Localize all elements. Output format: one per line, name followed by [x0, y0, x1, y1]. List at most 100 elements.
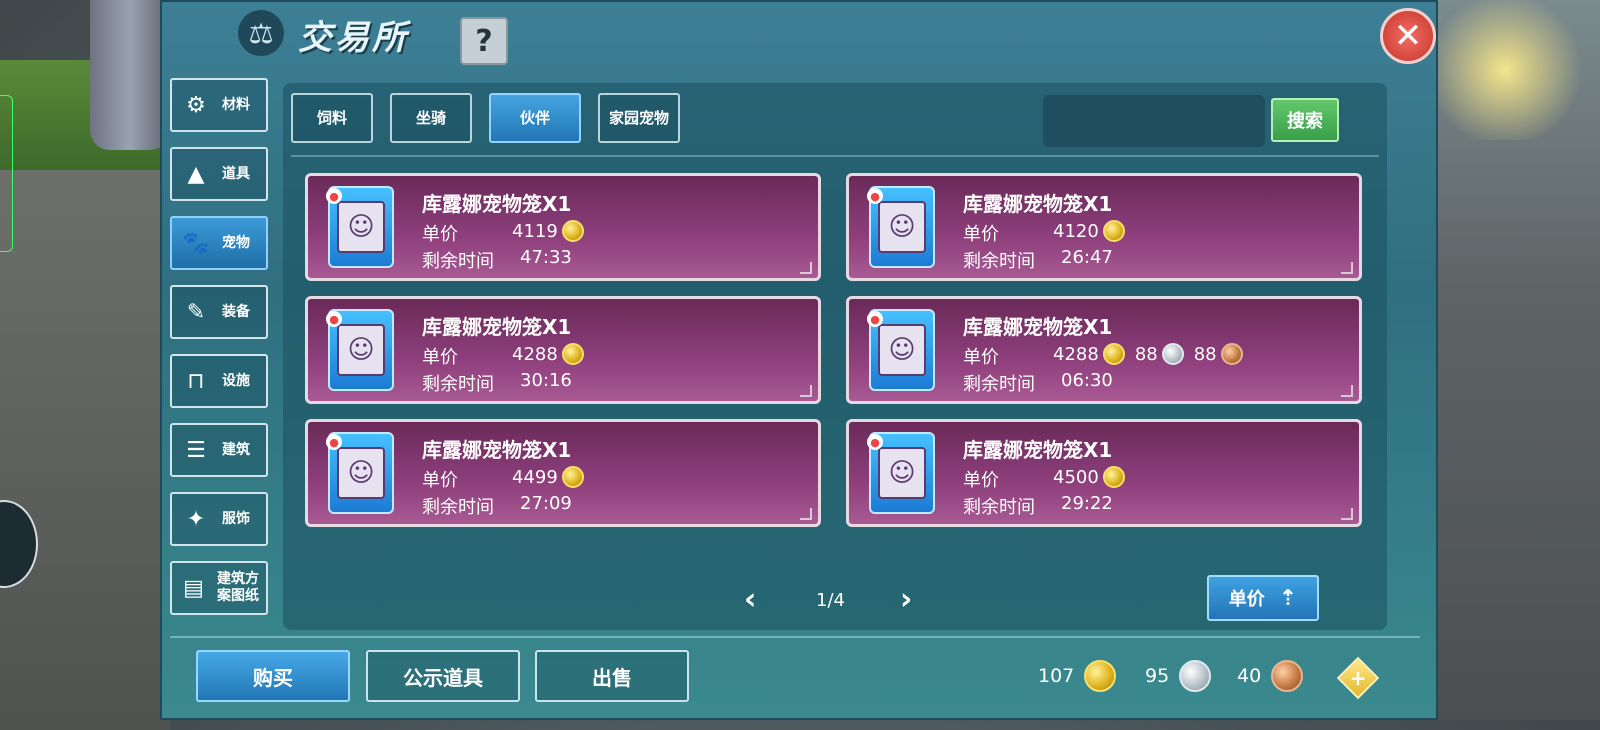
- public-items-button[interactable]: 公示道具: [366, 650, 520, 702]
- prev-page-button[interactable]: ‹: [744, 582, 756, 617]
- gold-coin-icon: [1084, 660, 1117, 692]
- time-label: 剩余时间: [422, 374, 494, 395]
- pet-badge-icon: ●: [326, 188, 342, 204]
- sidebar-item-clothing[interactable]: ✦ 服饰: [170, 492, 268, 546]
- listing-name: 库露娜宠物笼X1: [963, 438, 1113, 462]
- silver-amount: 88: [1134, 343, 1158, 365]
- sidebar-item-label: 宠物: [222, 234, 250, 251]
- corner-mark-icon: [800, 262, 812, 274]
- sidebar-item-props[interactable]: ▲ 道具: [170, 147, 268, 201]
- listing-card[interactable]: ☺ ● 库露娜宠物笼X1 单价 4500 剩余时间 29:22: [846, 419, 1362, 527]
- price-label: 单价: [422, 224, 458, 245]
- silver-coin-icon: [1161, 343, 1184, 365]
- sidebar-item-blueprints[interactable]: ▤ 建筑方案图纸: [170, 561, 268, 615]
- prop-icon: ▲: [187, 161, 205, 187]
- listing-name: 库露娜宠物笼X1: [422, 438, 572, 462]
- corner-mark-icon: [800, 508, 812, 520]
- time-remaining: 27:09: [520, 493, 572, 514]
- sort-label: 单价: [1228, 589, 1265, 610]
- pet-badge-icon: ●: [867, 311, 883, 327]
- listing-area: 饲料 坐骑 伙伴 家园宠物 搜索 ☺ ● 库露娜宠物笼X1 单价 4119 剩余…: [283, 83, 1387, 630]
- tab-feed[interactable]: 饲料: [291, 93, 373, 143]
- page-indicator: 1/4: [816, 590, 845, 611]
- pet-portrait-icon: ☺: [337, 201, 385, 253]
- equipment-icon: ✎: [186, 299, 206, 325]
- clothing-icon: ✦: [186, 506, 206, 532]
- listing-card[interactable]: ☺ ● 库露娜宠物笼X1 单价 4120 剩余时间 26:47: [846, 173, 1362, 281]
- pet-badge-icon: ●: [867, 434, 883, 450]
- facility-icon: ⊓: [187, 368, 205, 394]
- gold-balance-value: 107: [1038, 665, 1075, 687]
- price-value: 4288: [512, 343, 584, 365]
- copper-amount: 88: [1193, 343, 1217, 365]
- price-label: 单价: [963, 347, 999, 368]
- silver-coin-icon: [1179, 660, 1212, 692]
- search-button[interactable]: 搜索: [1271, 98, 1339, 142]
- gold-amount: 4119: [512, 220, 558, 242]
- copper-balance-value: 40: [1237, 665, 1262, 687]
- tab-home-pets[interactable]: 家园宠物: [598, 93, 680, 143]
- price-value: 4499: [512, 466, 584, 488]
- search-input[interactable]: [1043, 95, 1265, 147]
- listing-card[interactable]: ☺ ● 库露娜宠物笼X1 单价 4288 剩余时间 30:16: [305, 296, 821, 404]
- price-label: 单价: [422, 347, 458, 368]
- tab-mounts[interactable]: 坐骑: [390, 93, 472, 143]
- sidebar-item-label: 道具: [222, 165, 250, 182]
- gold-amount: 4288: [512, 343, 558, 365]
- corner-mark-icon: [1341, 385, 1353, 397]
- sidebar-item-buildings[interactable]: ☰ 建筑: [170, 423, 268, 477]
- sidebar-item-label: 装备: [222, 303, 250, 320]
- pet-portrait-icon: ☺: [878, 201, 926, 253]
- listing-name: 库露娜宠物笼X1: [963, 315, 1113, 339]
- gold-coin-icon: [561, 466, 584, 488]
- copper-balance: 40: [1237, 660, 1304, 692]
- corner-mark-icon: [800, 385, 812, 397]
- time-remaining: 30:16: [520, 370, 572, 391]
- sidebar-item-facilities[interactable]: ⊓ 设施: [170, 354, 268, 408]
- pet-portrait-icon: ☺: [337, 447, 385, 499]
- listing-name: 库露娜宠物笼X1: [422, 315, 572, 339]
- tab-partners[interactable]: 伙伴: [489, 93, 581, 143]
- buy-button[interactable]: 购买: [196, 650, 350, 702]
- price-label: 单价: [963, 470, 999, 491]
- time-remaining: 29:22: [1061, 493, 1113, 514]
- gold-balance: 107: [1038, 660, 1117, 692]
- time-remaining: 06:30: [1061, 370, 1113, 391]
- background-pillar: [90, 0, 170, 150]
- background-glow: [1430, 0, 1580, 140]
- sort-by-price-button[interactable]: 单价 ⇡: [1207, 575, 1319, 621]
- corner-mark-icon: [1341, 262, 1353, 274]
- listing-name: 库露娜宠物笼X1: [422, 192, 572, 216]
- silver-balance: 95: [1145, 660, 1212, 692]
- close-button[interactable]: ✕: [1380, 8, 1436, 64]
- price-label: 单价: [422, 470, 458, 491]
- sidebar-item-pets[interactable]: 🐾 宠物: [170, 216, 268, 270]
- gold-amount: 4499: [512, 466, 558, 488]
- blueprint-icon: ▤: [183, 575, 204, 601]
- help-button[interactable]: ?: [460, 17, 508, 65]
- title-bar: ⚖ 交易所 ?: [160, 0, 1438, 80]
- page-title: 交易所: [298, 18, 409, 58]
- sidebar-item-label: 材料: [222, 96, 250, 113]
- sidebar-item-equipment[interactable]: ✎ 装备: [170, 285, 268, 339]
- next-page-button[interactable]: ›: [900, 582, 912, 617]
- bottom-divider: [170, 636, 1420, 638]
- listing-card[interactable]: ☺ ● 库露娜宠物笼X1 单价 4499 剩余时间 27:09: [305, 419, 821, 527]
- listing-card[interactable]: ☺ ● 库露娜宠物笼X1 单价 4288 88 88 剩余时间 06:30: [846, 296, 1362, 404]
- copper-coin-icon: [1220, 343, 1243, 365]
- pet-badge-icon: ●: [326, 434, 342, 450]
- corner-mark-icon: [1341, 508, 1353, 520]
- scale-icon: ⚖: [238, 10, 284, 56]
- time-label: 剩余时间: [422, 497, 494, 518]
- gold-coin-icon: [1102, 466, 1125, 488]
- price-value: 4119: [512, 220, 584, 242]
- sidebar-item-materials[interactable]: ⚙ 材料: [170, 78, 268, 132]
- listing-card[interactable]: ☺ ● 库露娜宠物笼X1 单价 4119 剩余时间 47:33: [305, 173, 821, 281]
- sell-button[interactable]: 出售: [535, 650, 689, 702]
- pet-badge-icon: ●: [326, 311, 342, 327]
- time-label: 剩余时间: [422, 251, 494, 272]
- background-floor: [0, 170, 170, 730]
- listing-name: 库露娜宠物笼X1: [963, 192, 1113, 216]
- price-value: 4120: [1053, 220, 1125, 242]
- category-sidebar: ⚙ 材料 ▲ 道具 🐾 宠物 ✎ 装备 ⊓ 设施 ☰ 建筑 ✦ 服饰 ▤ 建筑方…: [170, 78, 274, 630]
